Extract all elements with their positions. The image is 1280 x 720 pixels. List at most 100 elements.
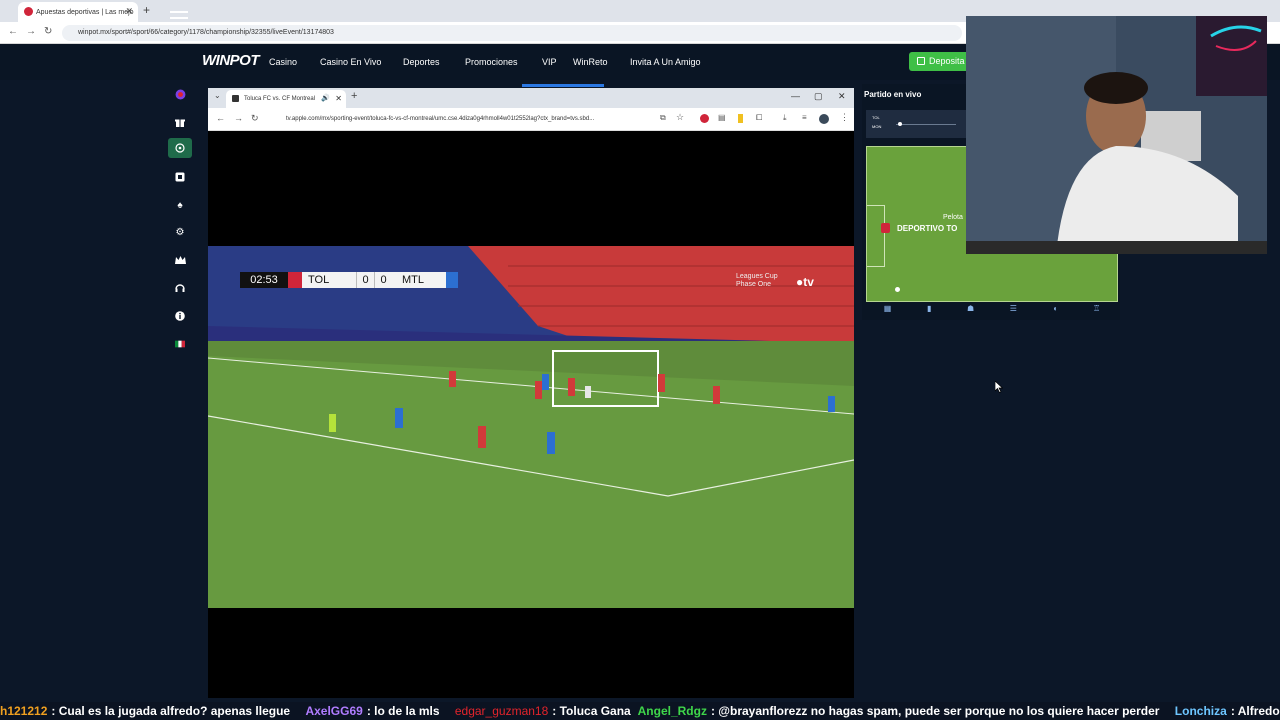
chat-user: AxelGG69 xyxy=(305,704,363,718)
leagues-cup-tag: Leagues Cup Phase One xyxy=(736,273,778,289)
extension-icon[interactable] xyxy=(738,114,743,123)
maximize-icon[interactable]: ▢ xyxy=(814,91,823,102)
spade-icon[interactable]: ♠ xyxy=(168,195,192,215)
popout-browser-window: ⌄ Toluca FC vs. CF Montreal 🔊 ✕ + — ▢ ✕ … xyxy=(208,88,854,698)
close-icon[interactable]: ✕ xyxy=(125,6,133,17)
away-team-abbr: MTL xyxy=(392,272,446,288)
chat-user: Lonchiza xyxy=(1174,704,1227,718)
gift-icon[interactable] xyxy=(168,112,192,132)
events-list-icon[interactable]: ☰ xyxy=(1010,304,1017,318)
nav-casino[interactable]: Casino xyxy=(269,57,297,67)
webcam-scene xyxy=(966,16,1267,254)
nav-casino-en-vivo[interactable]: Casino En Vivo xyxy=(320,57,381,67)
nav-vip[interactable]: VIP xyxy=(542,57,557,67)
home-team-abbr: TOL xyxy=(302,272,356,288)
inner-address-bar: ← → ↻ tv.apple.com/mx/sporting-event/tol… xyxy=(208,108,854,131)
chat-user: h121212 xyxy=(0,704,48,718)
home-score: 0 xyxy=(356,272,374,288)
winpot-favicon-icon xyxy=(24,7,33,16)
away-team-color-bar xyxy=(446,272,458,288)
stats-icon[interactable]: ▮ xyxy=(927,304,931,318)
forward-icon[interactable]: → xyxy=(26,26,36,37)
cards-icon[interactable] xyxy=(168,167,192,187)
lineups-icon[interactable]: ☗ xyxy=(967,304,974,318)
puzzle-icon[interactable]: ⧠ xyxy=(756,113,762,123)
nav-winreto[interactable]: WinReto xyxy=(573,57,608,67)
hamburger-menu-icon[interactable] xyxy=(170,11,188,25)
match-video-frame[interactable]: 02:53 TOL 0 0 MTL Leagues Cup Phase One … xyxy=(208,246,854,608)
chat-message: : Toluca Gana xyxy=(552,704,631,718)
globe-icon[interactable] xyxy=(168,84,192,104)
inner-url-field[interactable]: tv.apple.com/mx/sporting-event/toluca-fc… xyxy=(268,111,698,127)
outer-active-tab[interactable]: Apuestas deportivas | Las mejo ✕ xyxy=(18,2,138,22)
crown-icon[interactable] xyxy=(168,250,192,270)
inner-tab-bar: ⌄ Toluca FC vs. CF Montreal 🔊 ✕ + — ▢ ✕ xyxy=(208,88,854,108)
panel-title: Partido en vivo xyxy=(864,90,922,99)
extension-icon[interactable]: ▤ xyxy=(718,113,726,122)
panel-tab-icons: ▦ ▮ ☗ ☰ ◖ ♖ xyxy=(866,304,1118,318)
commentary-icon[interactable]: ◖ xyxy=(1053,304,1058,318)
timeline-away: MON xyxy=(872,124,882,129)
timeline-track xyxy=(896,124,956,125)
nav-active-underline xyxy=(522,84,604,87)
live-sport-icon[interactable] xyxy=(168,138,192,158)
nav-deportes[interactable]: Deportes xyxy=(403,57,440,67)
inner-tab-title: Toluca FC vs. CF Montreal xyxy=(244,96,316,102)
new-tab-icon[interactable]: + xyxy=(143,3,150,17)
chat-ticker: h121212: Cual es la jugada alfredo? apen… xyxy=(0,702,1280,720)
forward-icon[interactable]: → xyxy=(234,113,243,123)
new-tab-icon[interactable]: + xyxy=(351,90,357,102)
window-close-icon[interactable]: ✕ xyxy=(838,91,846,102)
back-icon[interactable]: ← xyxy=(8,26,18,37)
media-control-icon[interactable]: ≡ xyxy=(802,113,807,122)
reload-icon[interactable]: ↻ xyxy=(251,113,259,124)
trophy-icon[interactable]: ♖ xyxy=(1093,304,1100,318)
away-score: 0 xyxy=(374,272,392,288)
timeline-home: TOL xyxy=(872,115,880,120)
network-label: tv xyxy=(803,275,814,289)
tag-line2: Phase One xyxy=(736,281,772,288)
ball-marker xyxy=(895,287,900,292)
profile-avatar-icon[interactable] xyxy=(819,114,829,124)
chat-user: Angel_Rdgz xyxy=(637,704,707,718)
pitch-view-icon[interactable]: ▦ xyxy=(884,304,892,318)
nav-promociones[interactable]: Promociones xyxy=(465,57,518,67)
minimize-icon[interactable]: — xyxy=(791,91,800,101)
tab-list-chevron-icon[interactable]: ⌄ xyxy=(214,91,221,100)
mouse-cursor-icon xyxy=(995,381,1003,393)
home-team-color-bar xyxy=(288,272,302,288)
tab-audio-icon[interactable]: 🔊 xyxy=(321,90,330,108)
scorebug: 02:53 TOL 0 0 MTL xyxy=(240,272,458,288)
mexico-flag-icon[interactable] xyxy=(168,334,192,354)
download-icon[interactable]: ⤓ xyxy=(783,113,787,123)
apple-tv-favicon-icon xyxy=(232,95,239,102)
reload-icon[interactable]: ↻ xyxy=(44,26,52,37)
winpot-logo[interactable]: WINPOT xyxy=(202,52,260,69)
deposit-label: Deposita xyxy=(929,56,965,66)
more-menu-icon[interactable]: ⋮ xyxy=(840,112,849,123)
ball-team-label: DEPORTIVO TO xyxy=(897,224,958,233)
wallet-icon xyxy=(917,57,925,65)
inner-active-tab[interactable]: Toluca FC vs. CF Montreal 🔊 ✕ xyxy=(226,90,346,108)
stadium-scene xyxy=(208,246,854,608)
close-icon[interactable]: ✕ xyxy=(335,90,342,108)
opera-extension-icon[interactable] xyxy=(700,114,709,123)
tag-line1: Leagues Cup xyxy=(736,273,778,280)
cast-icon[interactable]: ⧉ xyxy=(660,113,666,123)
chat-message: : lo de la mls xyxy=(366,704,440,718)
headset-icon[interactable] xyxy=(168,278,192,298)
streamer-webcam xyxy=(966,16,1267,254)
outer-url-field[interactable]: winpot.mx/sport#/sport/66/category/1178/… xyxy=(62,25,962,41)
back-icon[interactable]: ← xyxy=(216,113,225,123)
jersey-icon xyxy=(881,223,890,233)
sports-sidebar: ♠ ⚙ xyxy=(165,84,195,364)
chat-message: : Cual es la jugada alfredo? apenas lleg… xyxy=(51,704,291,718)
bookmark-star-icon[interactable]: ☆ xyxy=(676,112,684,123)
info-icon[interactable] xyxy=(168,306,192,326)
chat-message: : @brayanflorezz no hagas spam, puede se… xyxy=(710,704,1160,718)
outer-tab-title: Apuestas deportivas | Las mejo xyxy=(36,8,134,16)
logo-text: WINPOT xyxy=(202,52,260,69)
gear-icon[interactable]: ⚙ xyxy=(168,222,192,242)
timeline-marker xyxy=(898,122,902,126)
nav-invita-amigo[interactable]: Invita A Un Amigo xyxy=(630,57,701,67)
